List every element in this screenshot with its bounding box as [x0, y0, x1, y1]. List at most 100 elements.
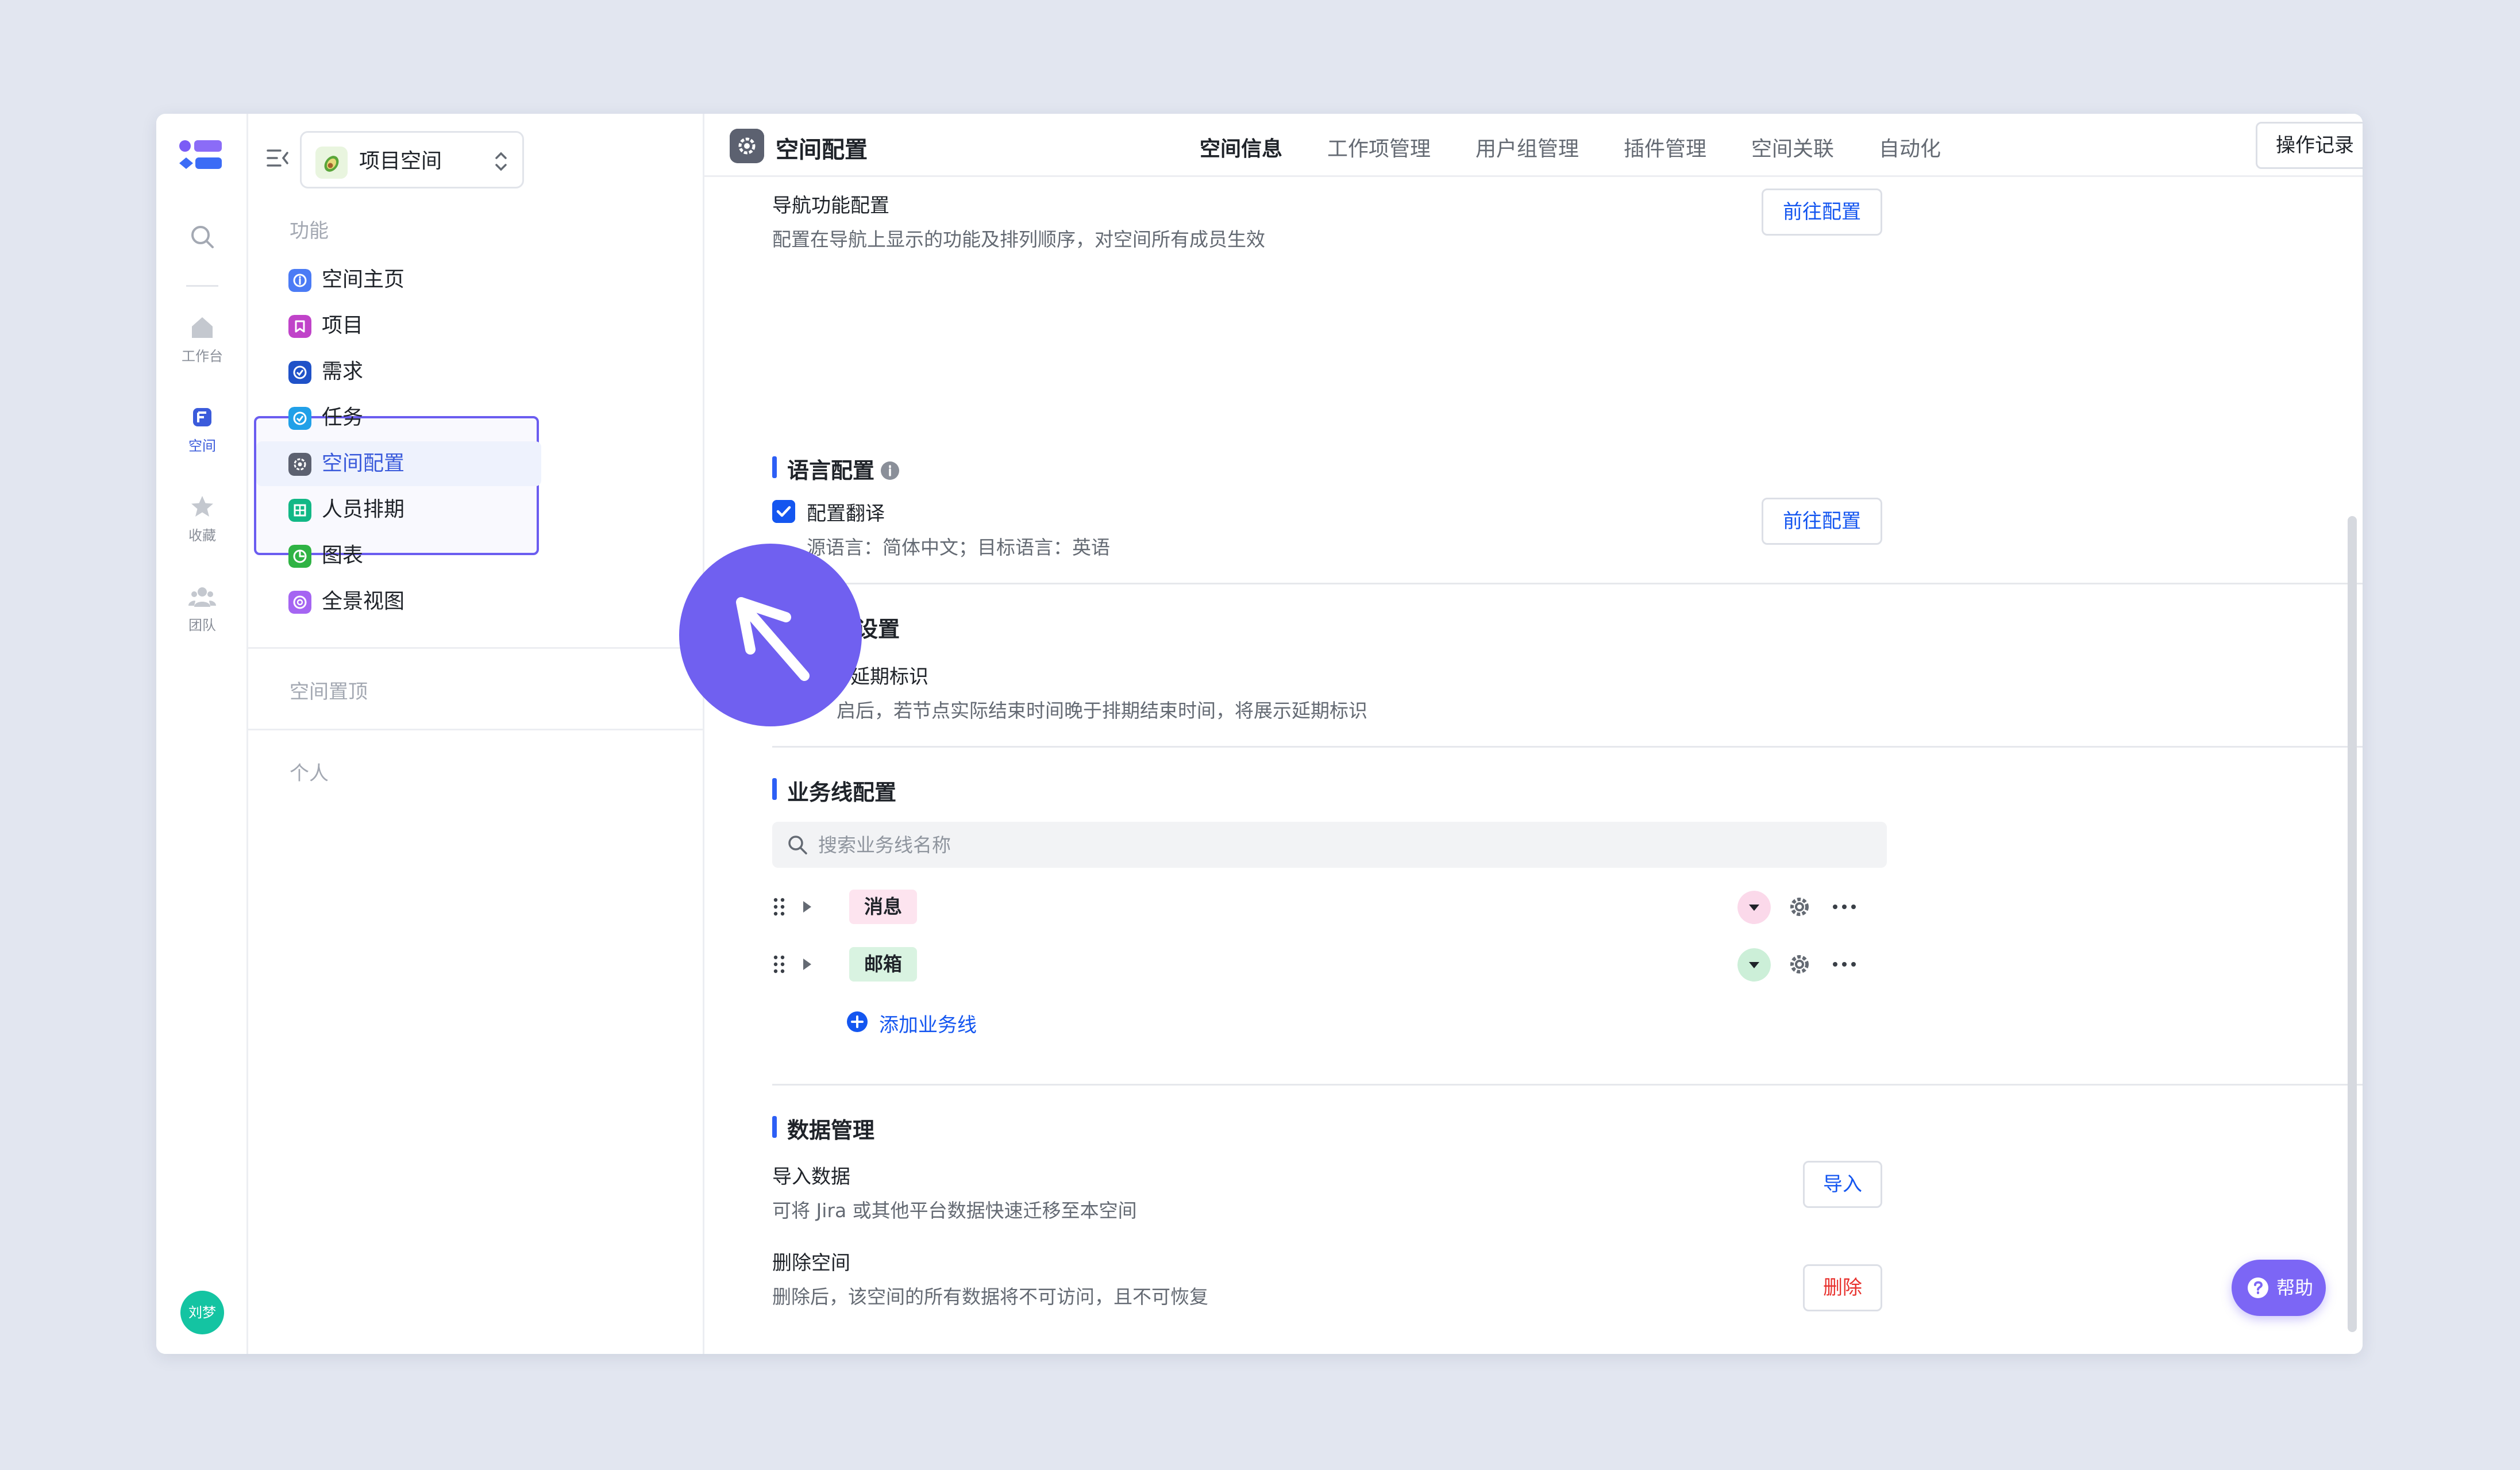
rail-item-label: 团队 [188, 617, 216, 633]
drag-handle-icon[interactable] [772, 953, 786, 976]
sidebar-divider [248, 647, 703, 649]
rail-item-label: 空间 [188, 438, 216, 454]
business-line-tag: 消息 [849, 890, 917, 924]
settings-gear-icon[interactable] [1787, 894, 1812, 919]
check-circle-icon [288, 407, 311, 430]
section-divider [772, 746, 2363, 748]
rail-item-space[interactable]: 空间 [156, 403, 248, 455]
import-button[interactable]: 导入 [1803, 1161, 1882, 1208]
sidebar-item-requirement[interactable]: 需求 [256, 349, 541, 394]
translation-checkbox-label: 配置翻译 [807, 502, 885, 525]
color-picker-caret-icon[interactable] [1737, 948, 1771, 982]
color-picker-caret-icon[interactable] [1737, 891, 1771, 924]
business-line-row[interactable]: 消息 [772, 884, 1887, 930]
table-icon [288, 499, 311, 522]
caret-right-icon[interactable] [799, 898, 815, 916]
rail-item-label: 收藏 [188, 528, 216, 544]
business-line-row[interactable]: 邮箱 [772, 941, 1887, 987]
language-goto-button[interactable]: 前往配置 [1762, 498, 1882, 545]
language-desc: 源语言：简体中文；目标语言：英语 [807, 536, 1110, 559]
section-divider [772, 1084, 2363, 1086]
collapse-sidebar-icon[interactable] [265, 146, 290, 170]
section-divider [772, 583, 2363, 584]
sidebar-item-space-home[interactable]: 空间主页 [256, 257, 541, 302]
sidebar-item-project[interactable]: 项目 [256, 303, 541, 348]
avocado-icon [315, 147, 348, 179]
settings-gear-icon [730, 129, 764, 163]
language-heading-text: 语言配置 [787, 458, 875, 483]
star-icon [191, 496, 213, 517]
sidebar-item-panorama[interactable]: 全景视图 [256, 579, 541, 624]
tab-user-group-mgmt[interactable]: 用户组管理 [1475, 132, 1579, 162]
sidebar-item-label: 空间主页 [322, 268, 405, 291]
left-rail: 工作台 空间 收藏 团队 刘梦 [156, 114, 248, 1354]
sidebar-item-label: 图表 [322, 544, 364, 567]
drag-handle-icon[interactable] [772, 895, 786, 918]
delay-mark-option: 延期标识 [850, 665, 928, 688]
help-button[interactable]: 帮助 [2232, 1260, 2326, 1316]
import-data-title: 导入数据 [772, 1165, 850, 1188]
sidebar-item-label: 全景视图 [322, 590, 405, 613]
main-panel: 空间配置 空间信息 工作项管理 用户组管理 插件管理 空间关联 自动化 操作记录… [704, 114, 2363, 1354]
rail-item-favorites[interactable]: 收藏 [156, 493, 248, 544]
section-personal-title: 个人 [290, 762, 329, 785]
home-icon [192, 317, 213, 338]
add-business-line-button[interactable]: 添加业务线 [846, 1009, 977, 1037]
question-icon [2248, 1277, 2268, 1298]
sidebar-item-label: 项目 [322, 314, 364, 337]
business-line-search[interactable] [772, 822, 1887, 868]
rail-divider [186, 285, 218, 287]
tab-work-item-mgmt[interactable]: 工作项管理 [1327, 132, 1431, 162]
section-features-title: 功能 [290, 220, 329, 243]
nav-config-title: 导航功能配置 [772, 194, 889, 217]
page-title: 空间配置 [776, 137, 868, 163]
top-bar: 空间配置 空间信息 工作项管理 用户组管理 插件管理 空间关联 自动化 操作记录… [704, 114, 2363, 177]
app-logo-icon[interactable] [178, 138, 225, 175]
delete-button[interactable]: 删除 [1803, 1264, 1882, 1311]
chevron-updown-icon [495, 152, 507, 171]
sidebar-item-task[interactable]: 任务 [256, 395, 541, 440]
space-icon [193, 408, 211, 426]
translation-checkbox[interactable] [772, 500, 795, 523]
cursor-arrow-icon [736, 597, 810, 681]
search-icon[interactable] [188, 223, 216, 251]
tab-space-info[interactable]: 空间信息 [1200, 132, 1282, 162]
team-icon [188, 587, 216, 607]
avatar[interactable]: 刘梦 [180, 1291, 224, 1334]
data-mgmt-heading: 数据管理 [772, 1113, 874, 1144]
sidebar-item-label: 任务 [322, 406, 364, 429]
settings-gear-icon[interactable] [1787, 952, 1812, 977]
app-window: 工作台 空间 收藏 团队 刘梦 项目空间 功能 空间主页 项目 需求 任务 空间… [156, 114, 2363, 1354]
info-circle-icon [288, 269, 311, 292]
delete-space-title: 删除空间 [772, 1252, 850, 1275]
rail-item-team[interactable]: 团队 [156, 583, 248, 634]
tab-plugin-mgmt[interactable]: 插件管理 [1624, 132, 1706, 162]
sidebar-item-staff-schedule[interactable]: 人员排期 [256, 487, 541, 532]
sidebar-item-label: 需求 [322, 360, 364, 383]
sidebar-item-label: 人员排期 [322, 498, 405, 521]
sidebar-item-space-config[interactable]: 空间配置 [256, 441, 541, 486]
tab-automation[interactable]: 自动化 [1879, 132, 1941, 162]
rail-item-label: 工作台 [182, 348, 223, 364]
info-icon[interactable] [880, 461, 900, 480]
space-selector[interactable]: 项目空间 [300, 131, 524, 188]
tab-space-link[interactable]: 空间关联 [1751, 132, 1834, 162]
nav-config-goto-button[interactable]: 前往配置 [1762, 188, 1882, 236]
space-name: 项目空间 [359, 149, 442, 173]
sidebar-item-label: 空间配置 [322, 452, 405, 475]
delete-space-desc: 删除后，该空间的所有数据将不可访问，且不可恢复 [772, 1286, 1208, 1308]
add-business-line-label: 添加业务线 [879, 1014, 977, 1037]
rail-item-workbench[interactable]: 工作台 [156, 314, 248, 365]
scrollbar[interactable] [2348, 516, 2357, 1332]
caret-right-icon[interactable] [799, 955, 815, 973]
operation-log-button[interactable]: 操作记录 [2256, 122, 2363, 169]
chart-pie-icon [288, 545, 311, 568]
help-label: 帮助 [2276, 1277, 2314, 1299]
more-options-icon[interactable] [1831, 952, 1858, 977]
business-line-heading: 业务线配置 [772, 775, 896, 806]
more-options-icon[interactable] [1831, 894, 1858, 919]
import-data-desc: 可将 Jira 或其他平台数据快速迁移至本空间 [772, 1199, 1137, 1222]
sidebar-item-charts[interactable]: 图表 [256, 533, 541, 578]
search-icon [788, 836, 807, 855]
business-line-search-input[interactable] [818, 822, 1852, 868]
